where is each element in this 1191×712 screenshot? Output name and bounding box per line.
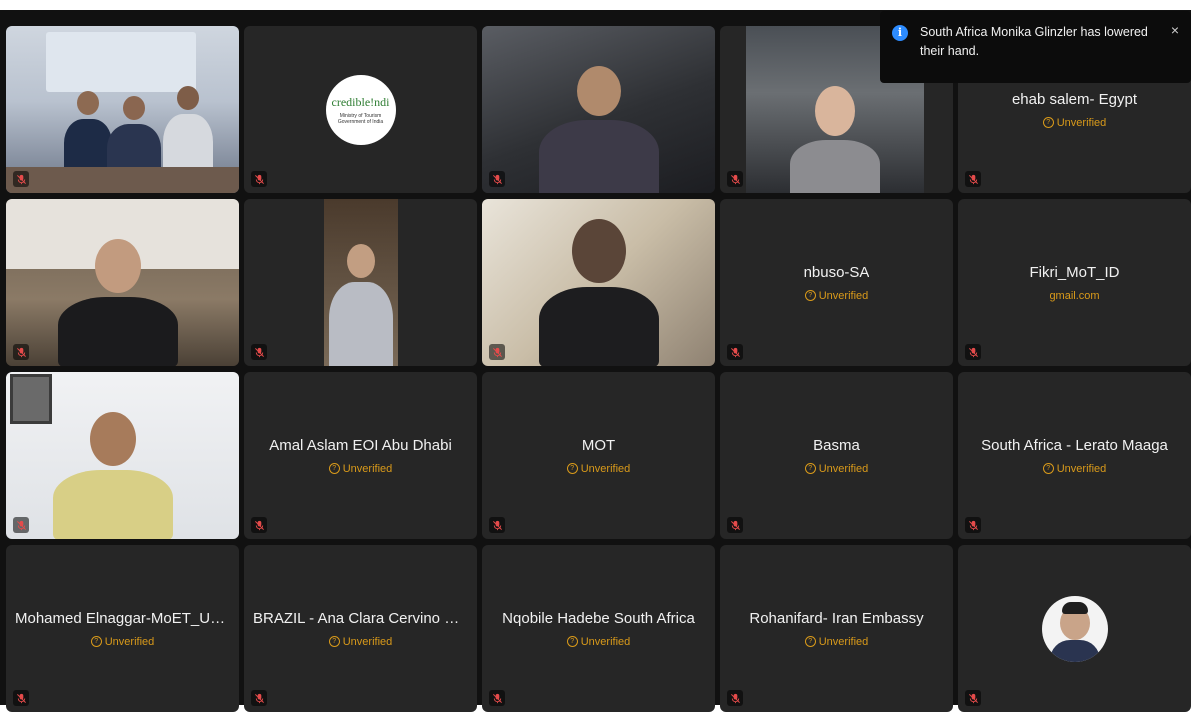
participant-video	[482, 26, 715, 193]
participant-name: Basma	[813, 436, 860, 454]
mic-muted-icon	[13, 171, 29, 187]
participant-tile-12[interactable]: Amal Aslam EOI Abu Dhabi ? Unverified	[244, 372, 477, 539]
status-text: Unverified	[1056, 116, 1107, 129]
status-text: Unverified	[580, 635, 631, 648]
question-icon: ?	[328, 463, 340, 474]
logo-sub-text: Ministry of Tourism Government of India	[337, 112, 384, 125]
participant-video	[324, 199, 398, 366]
participant-tile-17[interactable]: BRAZIL - Ana Clara Cervino Bar... ? Unver…	[244, 545, 477, 712]
participant-tile-16[interactable]: Mohamed Elnaggar-MoET_UAE ? Unverified	[6, 545, 239, 712]
question-icon: ?	[566, 636, 578, 647]
mic-muted-icon	[13, 517, 29, 533]
question-icon: ?	[566, 463, 578, 474]
logo-brand-text: credible!ndi	[331, 94, 390, 109]
participant-name: Fikri_MoT_ID	[1029, 263, 1120, 281]
question-icon: ?	[804, 290, 816, 301]
status-text: Unverified	[104, 635, 155, 648]
info-icon: i	[892, 25, 908, 41]
mic-muted-icon	[489, 171, 505, 187]
mic-muted-icon	[727, 517, 743, 533]
meeting-stage: credible!ndi Ministry of Tourism Governm…	[0, 10, 1191, 712]
mic-muted-icon	[13, 690, 29, 706]
participant-tile-19[interactable]: Rohanifard- Iran Embassy ? Unverified	[720, 545, 953, 712]
participant-name: nbuso-SA	[803, 263, 870, 281]
participant-video	[6, 199, 239, 366]
participant-tile-14[interactable]: Basma ? Unverified	[720, 372, 953, 539]
status-text: Unverified	[818, 462, 869, 475]
mic-muted-icon	[251, 171, 267, 187]
participant-grid: credible!ndi Ministry of Tourism Governm…	[6, 26, 1191, 712]
avatar	[1041, 595, 1108, 662]
mic-muted-icon	[251, 690, 267, 706]
close-icon[interactable]: ×	[1171, 21, 1179, 40]
participant-tile-20[interactable]	[958, 545, 1191, 712]
mic-muted-icon	[489, 344, 505, 360]
participant-tile-7[interactable]	[244, 199, 477, 366]
mic-muted-icon	[489, 517, 505, 533]
mic-muted-icon	[965, 517, 981, 533]
participant-name: Rohanifard- Iran Embassy	[749, 609, 924, 627]
mic-muted-icon	[965, 344, 981, 360]
participant-name: Nqobile Hadebe South Africa	[502, 609, 695, 627]
verification-status: ? Unverified	[566, 635, 631, 648]
participant-tile-10[interactable]: Fikri_MoT_ID gmail.com	[958, 199, 1191, 366]
question-icon: ?	[804, 636, 816, 647]
participant-name: BRAZIL - Ana Clara Cervino Bar...	[253, 609, 468, 627]
participant-tile-11[interactable]	[6, 372, 239, 539]
mic-muted-icon	[251, 344, 267, 360]
mic-muted-icon	[251, 517, 267, 533]
hand-lowered-notification: i South Africa Monika Glinzler has lower…	[880, 11, 1191, 83]
mic-muted-icon	[965, 171, 981, 187]
participant-email-domain: gmail.com	[1049, 290, 1099, 302]
verification-status: ? Unverified	[804, 289, 869, 302]
verification-status: ? Unverified	[804, 635, 869, 648]
verification-status: ? Unverified	[328, 462, 393, 475]
question-icon: ?	[1042, 463, 1054, 474]
participant-video	[482, 199, 715, 366]
participant-tile-1[interactable]	[6, 26, 239, 193]
verification-status: ? Unverified	[566, 462, 631, 475]
status-text: Unverified	[818, 289, 869, 302]
participant-tile-2[interactable]: credible!ndi Ministry of Tourism Governm…	[244, 26, 477, 193]
mic-muted-icon	[965, 690, 981, 706]
participant-name: South Africa - Lerato Maaga	[981, 436, 1168, 454]
mic-muted-icon	[727, 171, 743, 187]
verification-status: ? Unverified	[328, 635, 393, 648]
verification-status: ? Unverified	[90, 635, 155, 648]
status-text: gmail.com	[1049, 289, 1100, 302]
participant-tile-15[interactable]: South Africa - Lerato Maaga ? Unverified	[958, 372, 1191, 539]
status-text: Unverified	[580, 462, 631, 475]
participant-tile-13[interactable]: MOT ? Unverified	[482, 372, 715, 539]
verification-status: ? Unverified	[1042, 462, 1107, 475]
question-icon: ?	[328, 636, 340, 647]
participant-name: Amal Aslam EOI Abu Dhabi	[269, 436, 452, 454]
participant-video	[6, 26, 239, 193]
participant-video	[6, 372, 239, 539]
question-icon: ?	[1042, 117, 1054, 128]
participant-tile-3[interactable]	[482, 26, 715, 193]
notification-text: South Africa Monika Glinzler has lowered…	[920, 25, 1148, 58]
mic-muted-icon	[727, 344, 743, 360]
incredible-india-logo: credible!ndi Ministry of Tourism Governm…	[325, 74, 396, 145]
verification-status: ? Unverified	[1042, 116, 1107, 129]
status-text: Unverified	[342, 462, 393, 475]
mic-muted-icon	[13, 344, 29, 360]
participant-name: MOT	[581, 436, 616, 454]
participant-name: ehab salem- Egypt	[1011, 90, 1138, 108]
participant-name: Mohamed Elnaggar-MoET_UAE	[15, 609, 230, 627]
verification-status: ? Unverified	[804, 462, 869, 475]
participant-tile-6[interactable]	[6, 199, 239, 366]
participant-tile-8[interactable]	[482, 199, 715, 366]
status-text: Unverified	[1056, 462, 1107, 475]
mic-muted-icon	[489, 690, 505, 706]
status-text: Unverified	[342, 635, 393, 648]
mic-muted-icon	[727, 690, 743, 706]
question-icon: ?	[804, 463, 816, 474]
status-text: Unverified	[818, 635, 869, 648]
question-icon: ?	[90, 636, 102, 647]
participant-tile-9[interactable]: nbuso-SA ? Unverified	[720, 199, 953, 366]
participant-tile-18[interactable]: Nqobile Hadebe South Africa ? Unverified	[482, 545, 715, 712]
